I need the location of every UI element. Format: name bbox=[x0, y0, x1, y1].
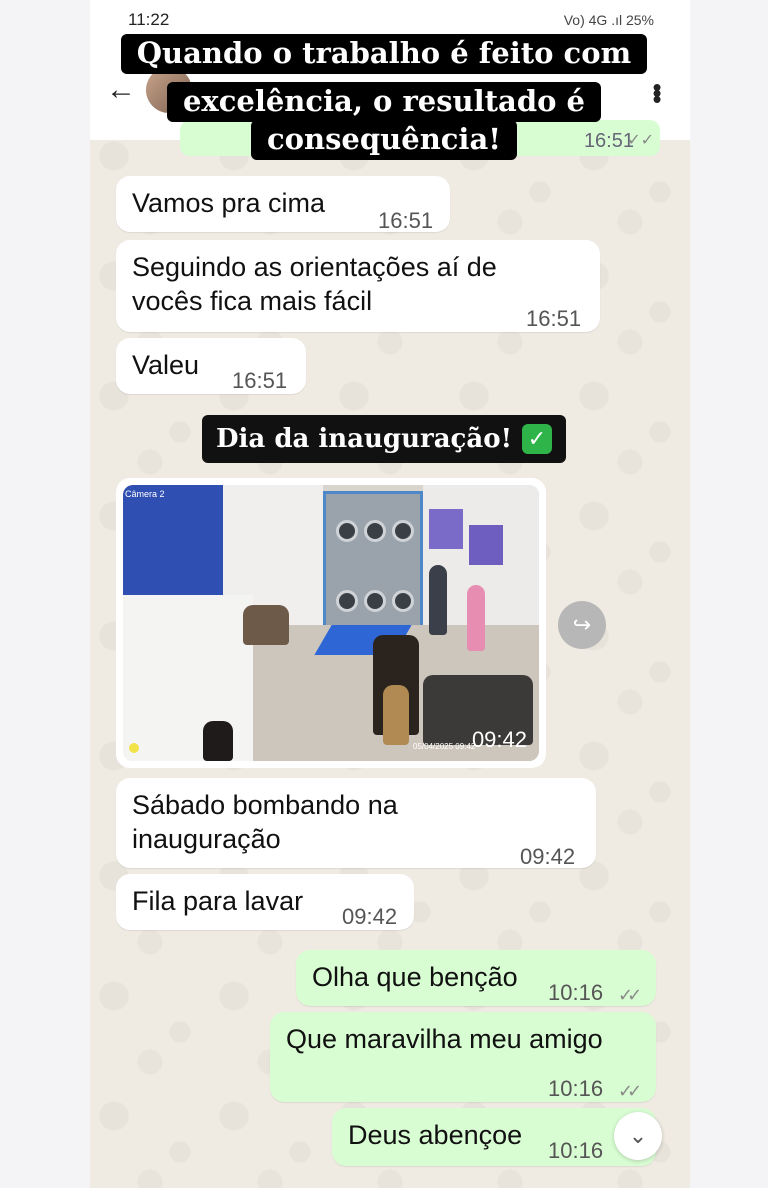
caption-line-1: Quando o trabalho é feito com bbox=[0, 34, 768, 74]
message-time: 09:42 bbox=[342, 904, 398, 929]
message-time: 16:51 bbox=[526, 306, 582, 331]
outgoing-message[interactable]: Que maravilha meu amigo 10:16 ✓✓ bbox=[270, 1012, 656, 1102]
camera-label: Câmera 2 bbox=[125, 489, 165, 499]
double-check-icon: ✓✓ bbox=[618, 1081, 642, 1101]
message-text-line2: inauguração bbox=[132, 824, 281, 854]
video-message[interactable]: Câmera 2 05/04/2025 09:42 09:42 bbox=[116, 478, 546, 768]
check-mark-icon: ✓ bbox=[522, 424, 552, 454]
message-time: 10:16 bbox=[548, 980, 604, 1005]
forward-icon[interactable]: ↪ bbox=[558, 601, 606, 649]
message-text: Fila para lavar bbox=[132, 886, 304, 916]
video-date-stamp: 05/04/2025 09:42 bbox=[413, 742, 476, 751]
message-text: Olha que benção bbox=[312, 962, 518, 992]
double-check-icon: ✓✓ bbox=[618, 985, 642, 1005]
caption-line-3: consequência! bbox=[0, 120, 768, 160]
incoming-message[interactable]: Vamos pra cima 16:51 bbox=[116, 176, 450, 233]
caption-text: Quando o trabalho é feito com bbox=[120, 34, 648, 74]
scroll-down-icon[interactable]: ⌄ bbox=[614, 1112, 662, 1160]
caption-text: excelência, o resultado é bbox=[166, 82, 601, 122]
message-time: 09:42 bbox=[520, 844, 576, 869]
message-time: 10:16 bbox=[548, 1138, 604, 1163]
incoming-message[interactable]: Valeu 16:51 bbox=[116, 338, 306, 394]
message-text-line1: Seguindo as orientações aí de bbox=[132, 252, 497, 282]
caption-line-2: excelência, o resultado é bbox=[0, 82, 768, 122]
message-text: Valeu bbox=[132, 350, 200, 380]
incoming-message[interactable]: Fila para lavar 09:42 bbox=[116, 874, 414, 930]
washing-machines bbox=[323, 491, 423, 641]
message-text: Que maravilha meu amigo bbox=[286, 1024, 603, 1054]
message-text: Deus abençoe bbox=[348, 1120, 523, 1150]
chat-screen: 11:22 Vo) 4G .ıl 25% ← • • • 16:51 ✓✓ Vamo… bbox=[90, 0, 690, 1188]
message-text: Vamos pra cima bbox=[132, 188, 326, 218]
message-time: 10:16 bbox=[548, 1076, 604, 1101]
recording-dot bbox=[129, 743, 139, 753]
message-text-line1: Sábado bombando na bbox=[132, 790, 398, 820]
caption-text: consequência! bbox=[251, 120, 517, 160]
message-time: 16:51 bbox=[378, 208, 434, 233]
video-time: 09:42 bbox=[471, 727, 527, 752]
day-label: Dia da inauguração! ✓ bbox=[202, 415, 566, 463]
day-label-text: Dia da inauguração! bbox=[216, 424, 512, 454]
outgoing-message[interactable]: Deus abençoe 10:16 bbox=[332, 1108, 656, 1166]
message-time: 16:51 bbox=[232, 368, 288, 393]
message-text-line2: vocês fica mais fácil bbox=[132, 286, 373, 316]
incoming-message[interactable]: Seguindo as orientações aí de vocês fica… bbox=[116, 240, 600, 332]
status-time: 11:22 bbox=[128, 10, 170, 29]
status-indicators: Vo) 4G .ıl 25% bbox=[563, 12, 654, 28]
incoming-message[interactable]: Sábado bombando na inauguração 09:42 bbox=[116, 778, 596, 869]
video-thumbnail[interactable]: Câmera 2 05/04/2025 09:42 09:42 bbox=[123, 485, 539, 761]
outgoing-message[interactable]: Olha que benção 10:16 ✓✓ bbox=[296, 950, 656, 1006]
